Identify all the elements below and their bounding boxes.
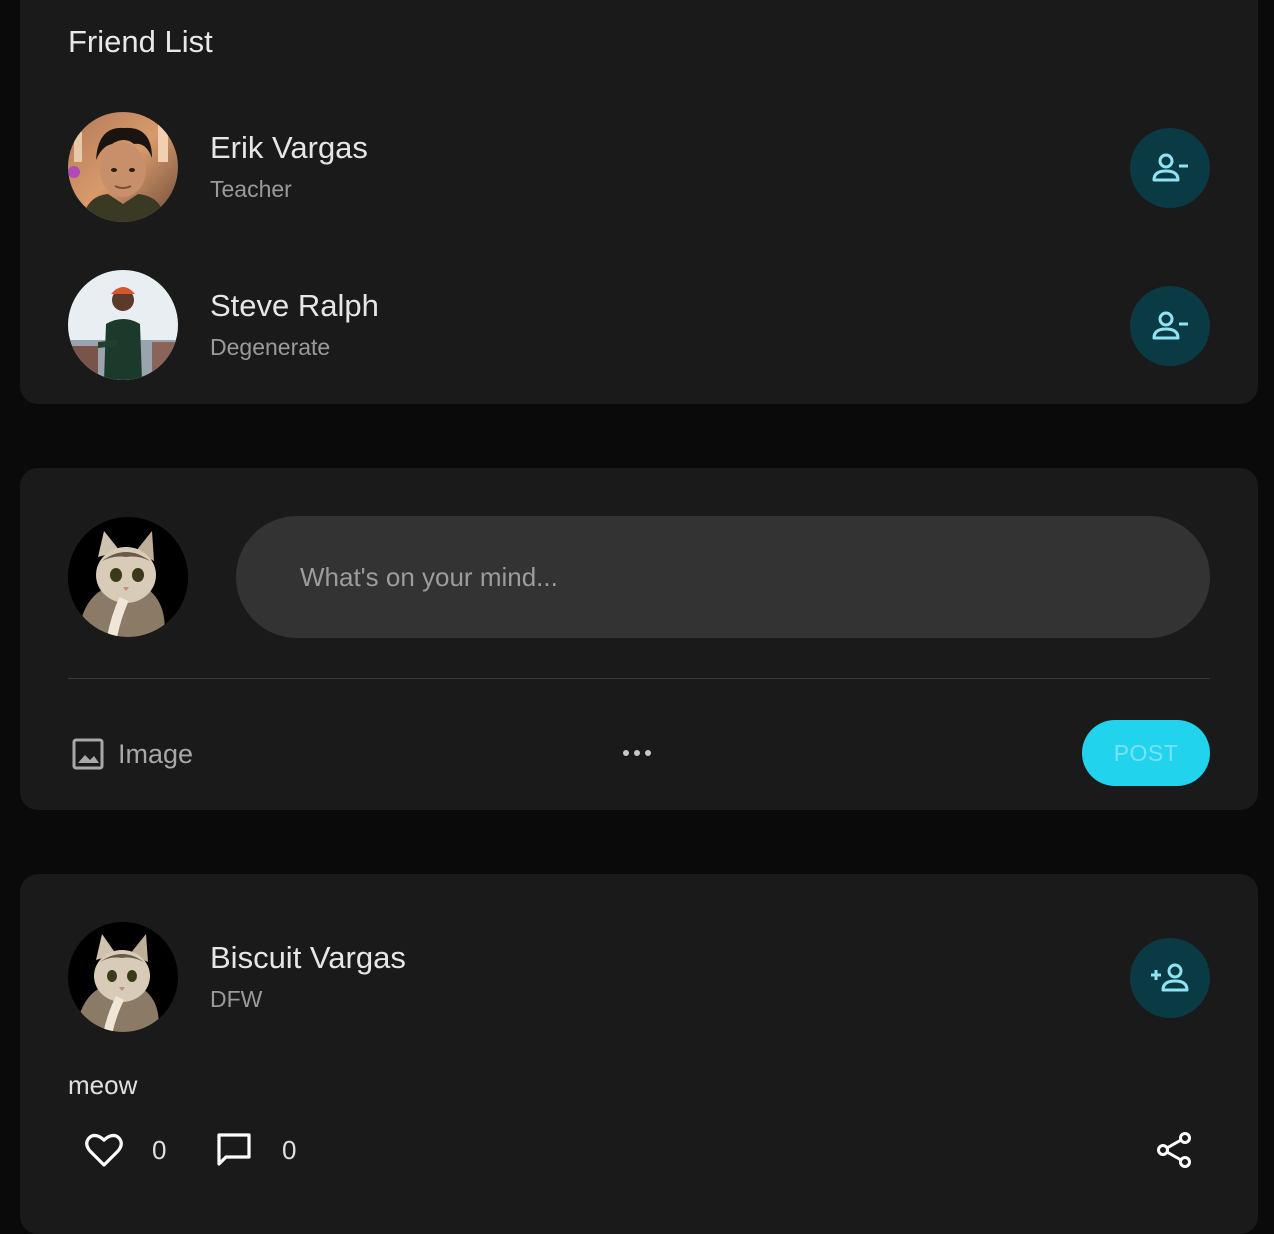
friend-row: Steve Ralph Degenerate (68, 270, 1210, 380)
add-friend-button[interactable] (1130, 938, 1210, 1018)
avatar[interactable] (68, 517, 188, 637)
post-author-name[interactable]: Biscuit Vargas (210, 940, 406, 976)
friend-list-card: Friend List Erik Vargas Teacher Steve Ra… (20, 0, 1258, 404)
post-author-location: DFW (210, 986, 263, 1012)
post-input[interactable] (236, 516, 1210, 638)
remove-friend-button[interactable] (1130, 286, 1210, 366)
divider (68, 678, 1210, 679)
avatar[interactable] (68, 922, 178, 1032)
image-button-label: Image (118, 738, 194, 769)
post-card: Biscuit Vargas DFW meow 0 0 (20, 874, 1258, 1234)
add-image-button[interactable]: Image (70, 734, 193, 774)
friend-row: Erik Vargas Teacher (68, 112, 1210, 222)
avatar[interactable] (68, 270, 178, 380)
remove-friend-button[interactable] (1130, 128, 1210, 208)
person-remove-icon (1152, 153, 1188, 182)
friend-list-title: Friend List (68, 24, 213, 59)
friend-name[interactable]: Steve Ralph (210, 288, 379, 324)
post-composer-card: Image POST (20, 468, 1258, 810)
comment-button[interactable]: 0 (214, 1130, 296, 1170)
more-horizontal-icon (623, 750, 651, 756)
post-button[interactable]: POST (1082, 720, 1210, 786)
friend-name[interactable]: Erik Vargas (210, 130, 368, 166)
more-options-button[interactable] (620, 738, 654, 768)
share-button[interactable] (1154, 1130, 1194, 1170)
friend-occupation: Teacher (210, 176, 292, 202)
share-icon (1157, 1132, 1191, 1168)
comment-icon (217, 1133, 251, 1166)
like-button[interactable]: 0 (84, 1130, 166, 1170)
person-add-icon (1151, 963, 1189, 992)
image-icon (72, 738, 104, 770)
friend-occupation: Degenerate (210, 334, 331, 360)
heart-icon (85, 1133, 123, 1167)
person-remove-icon (1152, 311, 1188, 340)
post-text: meow (68, 1070, 138, 1100)
like-count: 0 (152, 1134, 167, 1165)
comment-count: 0 (282, 1134, 297, 1165)
avatar[interactable] (68, 112, 178, 222)
post-header: Biscuit Vargas DFW (68, 922, 1210, 1032)
